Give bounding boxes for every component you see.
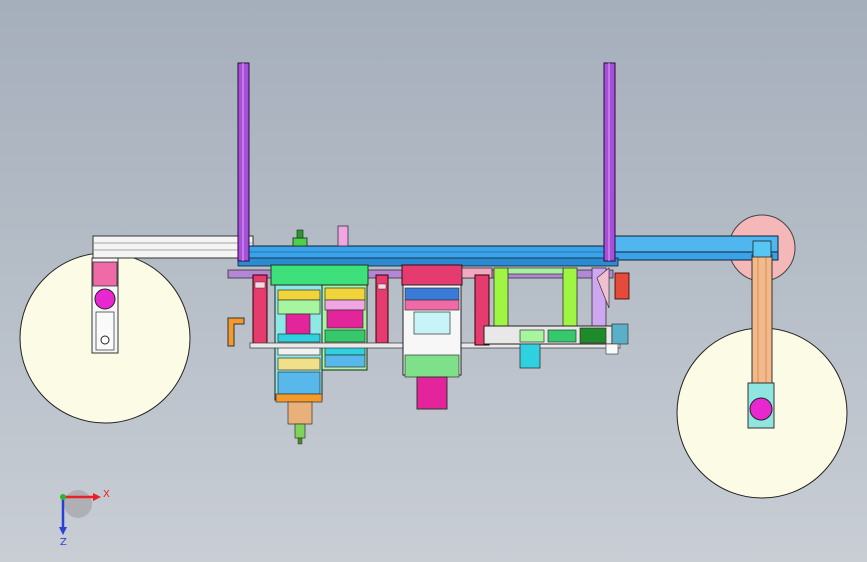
- machine-assembly-drawing[interactable]: X Z: [0, 0, 867, 562]
- x-axis-arrow: [93, 493, 101, 501]
- y-axis-dot: [60, 494, 66, 500]
- z-axis-label: Z: [60, 537, 67, 548]
- right-arm: [747, 240, 775, 429]
- main-beam: [237, 235, 779, 267]
- x-axis-label: X: [103, 489, 110, 500]
- cad-viewport[interactable]: X Z: [0, 0, 867, 562]
- axis-triad: X Z: [59, 489, 110, 548]
- frame-posts: [237, 62, 616, 262]
- z-axis-arrow: [59, 527, 67, 535]
- left-carriage: [91, 257, 119, 354]
- left-rail: [92, 235, 254, 259]
